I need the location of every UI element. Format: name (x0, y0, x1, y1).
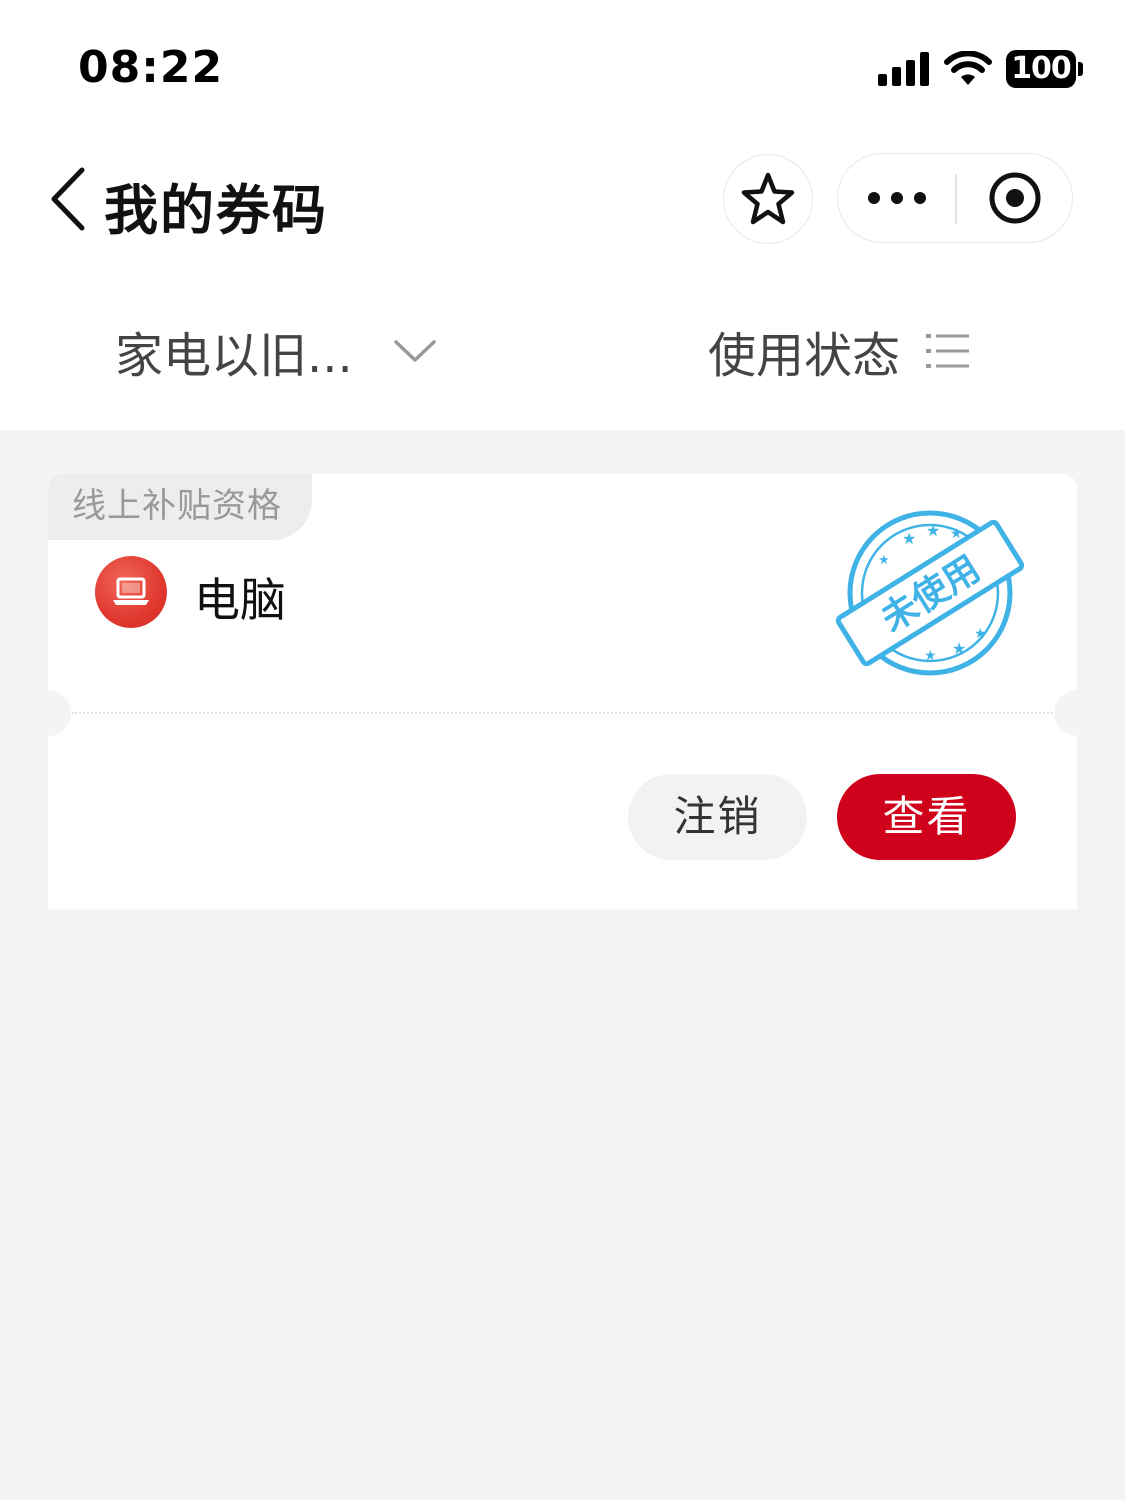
wifi-icon (944, 51, 992, 85)
status-filter[interactable]: 使用状态 (708, 316, 970, 386)
battery-level: 100 (1006, 50, 1076, 88)
laptop-icon (95, 556, 167, 628)
card-notch-right (1054, 690, 1077, 736)
back-button[interactable] (44, 164, 94, 234)
svg-text:★: ★ (878, 553, 890, 568)
star-icon (741, 172, 795, 225)
signal-icon (878, 52, 929, 86)
unused-stamp: ★ ★ ★ ★ ★ ★ ★ 未使用 (835, 510, 1025, 676)
card-divider (72, 712, 1053, 714)
coupon-card: 线上补贴资格 电脑 ★ ★ ★ ★ ★ ★ ★ 未使用 注销 查看 (48, 474, 1077, 909)
card-notch-left (48, 690, 71, 736)
favorite-button[interactable] (723, 154, 813, 244)
svg-text:★: ★ (902, 529, 916, 548)
status-icons: 100 (878, 48, 1083, 90)
close-button[interactable] (957, 154, 1072, 242)
chevron-left-icon (51, 167, 85, 231)
product-name: 电脑 (194, 573, 286, 627)
view-button[interactable]: 查看 (837, 774, 1016, 860)
more-dots-icon (868, 192, 926, 204)
svg-text:★: ★ (924, 648, 937, 664)
category-filter-label: 家电以旧... (115, 328, 353, 384)
target-close-icon (989, 172, 1040, 224)
status-filter-label: 使用状态 (708, 328, 901, 384)
svg-text:★: ★ (974, 626, 987, 642)
svg-text:★: ★ (952, 639, 966, 658)
cancel-button[interactable]: 注销 (628, 774, 807, 860)
coupon-tag: 线上补贴资格 (48, 474, 312, 540)
chevron-down-icon (394, 340, 436, 362)
status-time: 08:22 (78, 42, 224, 93)
svg-text:★: ★ (926, 521, 940, 540)
category-filter[interactable]: 家电以旧... (115, 316, 437, 386)
page-title: 我的券码 (104, 179, 328, 242)
more-button[interactable] (838, 154, 956, 242)
battery-icon: 100 (1006, 50, 1083, 88)
mini-program-capsule (837, 153, 1073, 243)
list-icon (926, 334, 970, 368)
